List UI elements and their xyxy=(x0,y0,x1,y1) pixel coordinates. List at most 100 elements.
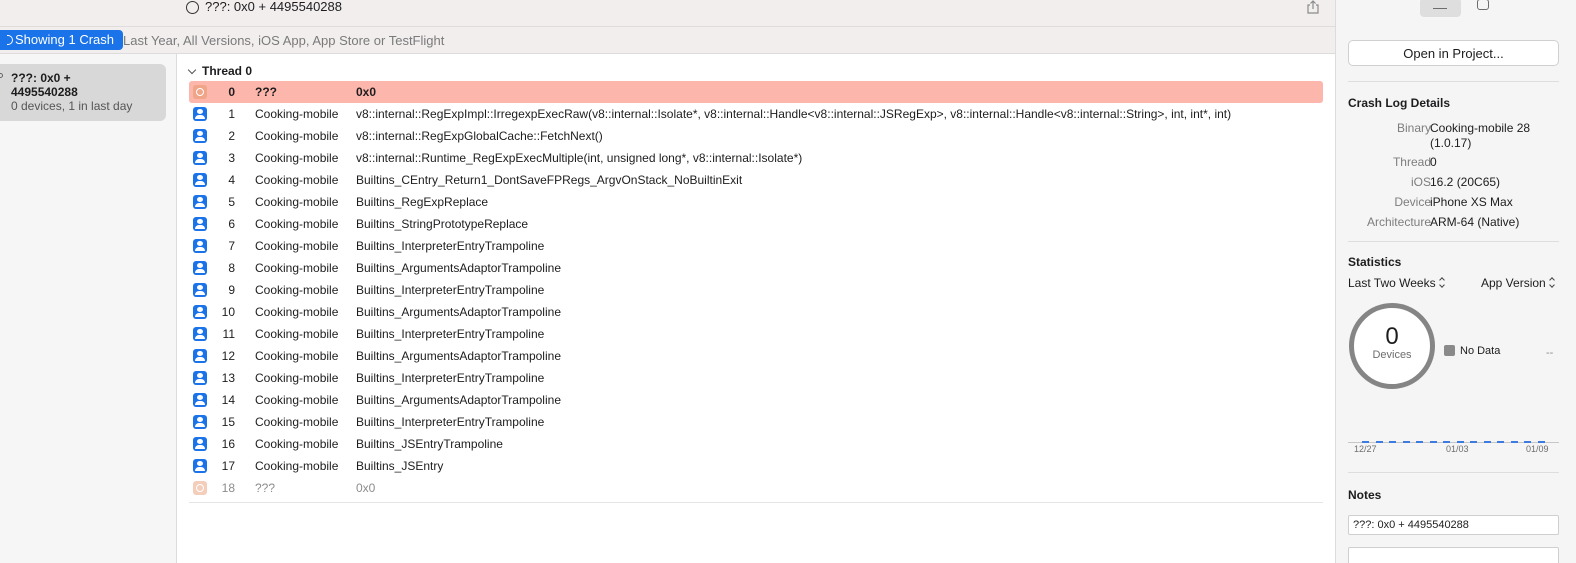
frame-library: Cooking-mobile xyxy=(255,107,339,121)
showing-crash-button[interactable]: Showing 1 Crash xyxy=(0,30,123,50)
detail-key: Binary xyxy=(1396,121,1431,135)
stack-frame-row[interactable]: 18??? 0x0 xyxy=(189,477,1323,499)
tick-label: 01/03 xyxy=(1446,444,1469,454)
inspector-tabs xyxy=(1420,0,1550,17)
sparkline-bar xyxy=(1510,441,1518,443)
stack-frame-row[interactable]: 7 Cooking-mobile Builtins_InterpreterEntry… xyxy=(189,235,1323,257)
user-icon xyxy=(193,107,207,121)
frame-symbol: v8::internal::RegExpGlobalCache::FetchNe… xyxy=(356,129,603,143)
stack-frame-row[interactable]: 11 Cooking-mobile Builtins_InterpreterEntr… xyxy=(189,323,1323,345)
stack-frame-row[interactable]: 16 Cooking-mobile Builtins_JSEntryTrampoli… xyxy=(189,433,1323,455)
crash-count-icon xyxy=(7,35,13,45)
sparkline-bar xyxy=(1483,441,1491,443)
devices-count: 0 xyxy=(1385,323,1399,350)
statistics-title: Statistics xyxy=(1348,255,1402,269)
thread-header[interactable]: Thread 0 xyxy=(187,64,252,78)
sliders-icon xyxy=(1433,0,1447,9)
frame-symbol: Builtins_ArgumentsAdaptorTrampoline xyxy=(356,393,561,407)
frame-library: Cooking-mobile xyxy=(255,151,339,165)
notes-field[interactable]: ???: 0x0 + 4495540288 xyxy=(1348,515,1559,535)
frame-symbol: v8::internal::Runtime_RegExpExecMultiple… xyxy=(356,151,803,165)
showing-crash-label: Showing 1 Crash xyxy=(15,32,114,47)
frame-library: Cooking-mobile xyxy=(255,437,339,451)
stack-frame-row[interactable]: 8 Cooking-mobile Builtins_ArgumentsAdaptor… xyxy=(189,257,1323,279)
user-icon xyxy=(193,415,207,429)
crash-list-item[interactable]: ???: 0x0 + 4495540288 0 devices, 1 in la… xyxy=(0,64,166,121)
notes-textarea[interactable] xyxy=(1348,547,1559,563)
frame-number: 16 xyxy=(221,437,235,451)
detail-value: 16.2 (20C65) xyxy=(1430,175,1501,189)
user-icon xyxy=(193,217,207,231)
range-select[interactable]: Last Two Weeks xyxy=(1348,276,1446,290)
frame-library: Cooking-mobile xyxy=(255,283,339,297)
frame-library: Cooking-mobile xyxy=(255,173,339,187)
stack-frame-row[interactable]: 9 Cooking-mobile Builtins_InterpreterEntry… xyxy=(189,279,1323,301)
stack-frame-row[interactable]: 15 Cooking-mobile Builtins_InterpreterEntr… xyxy=(189,411,1323,433)
crashes-sidebar: ashes ???: 0x0 + 4495540288 0 devices, 1… xyxy=(0,0,177,563)
system-icon xyxy=(193,481,207,495)
chevron-down-icon[interactable] xyxy=(187,65,197,75)
user-icon xyxy=(193,173,207,187)
frame-symbol: Builtins_CEntry_Return1_DontSaveFPRegs_A… xyxy=(356,173,743,187)
stack-frames-list: 0??? 0x0 1 Cooking-mobile v8::internal::RegE… xyxy=(189,81,1323,499)
frame-symbol: Builtins_RegExpReplace xyxy=(356,195,489,209)
frame-symbol: Builtins_ArgumentsAdaptorTrampoline xyxy=(356,305,561,319)
frame-number: 13 xyxy=(221,371,235,385)
frame-number: 12 xyxy=(221,349,235,363)
stack-frame-row[interactable]: 3 Cooking-mobile v8::internal::Runtime_Reg… xyxy=(189,147,1323,169)
chart-legend: No Data xyxy=(1444,345,1500,357)
share-icon[interactable] xyxy=(1307,0,1319,14)
stack-frame-row[interactable]: 14 Cooking-mobile Builtins_ArgumentsAdapto… xyxy=(189,389,1323,411)
frame-library: Cooking-mobile xyxy=(255,129,339,143)
stack-frame-row[interactable]: 0??? 0x0 xyxy=(189,81,1323,103)
stack-frame-row[interactable]: 10 Cooking-mobile Builtins_ArgumentsAdapto… xyxy=(189,301,1323,323)
user-icon xyxy=(193,393,207,407)
detail-key: Thread xyxy=(1392,155,1431,169)
tab-inspector[interactable] xyxy=(1420,0,1461,17)
devices-label: Devices xyxy=(1372,349,1412,361)
frame-number: 7 xyxy=(228,239,235,253)
detail-key: Device xyxy=(1394,195,1431,209)
tick-label: 01/09 xyxy=(1526,444,1549,454)
stack-frame-row[interactable]: 2 Cooking-mobile v8::internal::RegExpGloba… xyxy=(189,125,1323,147)
frame-number: 9 xyxy=(228,283,235,297)
filter-summary[interactable]: Last Year, All Versions, iOS App, App St… xyxy=(123,33,444,48)
group-select-label: App Version xyxy=(1481,276,1546,290)
stack-frame-row[interactable]: 6 Cooking-mobile Builtins_StringPrototypeR… xyxy=(189,213,1323,235)
system-icon xyxy=(193,85,207,99)
stack-frame-row[interactable]: 1 Cooking-mobile v8::internal::RegExpImpl:… xyxy=(189,103,1323,125)
frame-library: Cooking-mobile xyxy=(255,261,339,275)
sparkline-bar xyxy=(1429,441,1437,443)
divider xyxy=(1348,81,1559,82)
stack-frame-row[interactable]: 4 Cooking-mobile Builtins_CEntry_Return1_D… xyxy=(189,169,1323,191)
frame-symbol: Builtins_InterpreterEntryTrampoline xyxy=(356,327,545,341)
legend-swatch xyxy=(1444,345,1455,356)
open-in-project-button[interactable]: Open in Project... xyxy=(1348,40,1559,66)
group-select[interactable]: App Version xyxy=(1481,276,1556,290)
legend-value: -- xyxy=(1546,347,1554,359)
chevron-updown-icon xyxy=(1439,278,1446,288)
frame-library: ??? xyxy=(255,481,276,495)
sparkline-bar xyxy=(1375,441,1383,443)
crash-status-icon xyxy=(186,1,199,14)
frame-number: 17 xyxy=(221,459,235,473)
list-divider xyxy=(189,502,1323,503)
stack-frame-row[interactable]: 17 Cooking-mobile Builtins_JSEntry xyxy=(189,455,1323,477)
user-icon xyxy=(193,349,207,363)
frame-number: 5 xyxy=(228,195,235,209)
user-icon xyxy=(193,239,207,253)
frame-symbol: Builtins_InterpreterEntryTrampoline xyxy=(356,415,545,429)
feedback-bubble-icon[interactable] xyxy=(1477,0,1489,10)
frame-symbol: Builtins_JSEntry xyxy=(356,459,444,473)
stack-frame-row[interactable]: 13 Cooking-mobile Builtins_InterpreterEntr… xyxy=(189,367,1323,389)
sparkline-bar xyxy=(1402,441,1410,443)
frame-library: Cooking-mobile xyxy=(255,239,339,253)
inspector-panel: Open in Project... Crash Log Details Bin… xyxy=(1335,0,1576,563)
user-icon xyxy=(193,437,207,451)
tick-label: 12/27 xyxy=(1354,444,1377,454)
stack-frame-row[interactable]: 12 Cooking-mobile Builtins_ArgumentsAdapto… xyxy=(189,345,1323,367)
xcode-organizer-window: ashes ???: 0x0 + 4495540288 0 devices, 1… xyxy=(0,0,1576,563)
detail-key: Architecture xyxy=(1366,215,1431,229)
frame-library: Cooking-mobile xyxy=(255,349,339,363)
stack-frame-row[interactable]: 5 Cooking-mobile Builtins_RegExpReplace xyxy=(189,191,1323,213)
